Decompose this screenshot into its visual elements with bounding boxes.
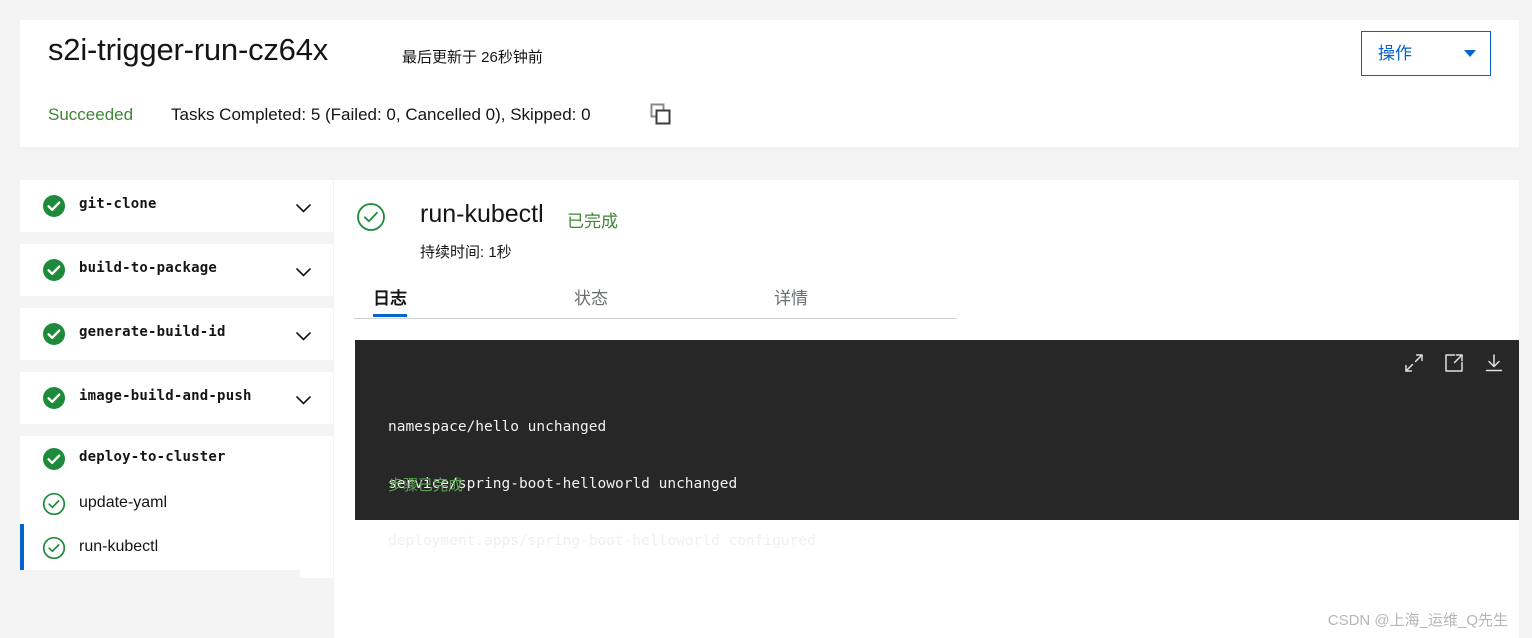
step-row-run-kubectl[interactable]: run-kubectl [20, 524, 333, 570]
header-top-row: s2i-trigger-run-cz64x 最后更新于 26秒钟前 操作 [20, 20, 1519, 92]
sidebar-bottom-filler [20, 570, 300, 638]
tab-status[interactable]: 状态 [574, 272, 608, 317]
download-icon[interactable] [1483, 352, 1505, 374]
log-completion-text: 步骤已完成 [388, 477, 464, 494]
external-link-icon[interactable] [1443, 352, 1465, 374]
success-outline-icon [42, 492, 66, 521]
actions-dropdown-label: 操作 [1378, 44, 1412, 63]
step-tabs: 日志 状态 详情 [354, 272, 957, 319]
page-header-card: s2i-trigger-run-cz64x 最后更新于 26秒钟前 操作 Suc… [20, 20, 1519, 147]
log-line: deployment.apps/spring-boot-helloworld c… [388, 533, 816, 549]
step-detail-header: run-kubectl 已完成 持续时间: 1秒 [334, 180, 1519, 261]
task-label: image-build-and-push [79, 388, 252, 404]
tab-logs[interactable]: 日志 [373, 272, 407, 317]
chevron-down-icon[interactable] [296, 392, 311, 405]
chevron-down-icon[interactable] [296, 264, 311, 277]
success-filled-icon [42, 322, 66, 351]
success-filled-icon [42, 258, 66, 287]
task-card-generate-build-id[interactable]: generate-build-id [20, 308, 333, 360]
last-updated-text: 最后更新于 26秒钟前 [402, 49, 543, 66]
success-outline-icon [356, 202, 386, 237]
task-card-image-build-and-push[interactable]: image-build-and-push [20, 372, 333, 424]
expand-icon[interactable] [1403, 352, 1425, 374]
success-outline-icon [42, 536, 66, 565]
task-sidebar: git-clone build-to-package generate-buil… [20, 180, 333, 578]
page-title: s2i-trigger-run-cz64x [48, 32, 329, 67]
task-label: deploy-to-cluster [79, 449, 226, 465]
success-filled-icon [42, 447, 66, 476]
step-label: run-kubectl [79, 538, 159, 555]
copy-icon[interactable] [650, 103, 672, 127]
step-detail-state: 已完成 [567, 212, 618, 231]
success-filled-icon [42, 194, 66, 223]
step-detail-title: run-kubectl [420, 200, 544, 228]
log-toolbar [1403, 352, 1505, 374]
task-card-git-clone[interactable]: git-clone [20, 180, 333, 232]
success-filled-icon [42, 386, 66, 415]
chevron-down-icon[interactable] [296, 328, 311, 341]
watermark: CSDN @上海_运维_Q先生 [1327, 612, 1508, 629]
status-badge: Succeeded [48, 105, 134, 124]
task-label: git-clone [79, 196, 157, 212]
chevron-down-icon [1464, 50, 1476, 57]
step-label: update-yaml [79, 494, 168, 511]
tasks-completed-summary: Tasks Completed: 5 (Failed: 0, Cancelled… [171, 105, 591, 124]
log-console: namespace/hello unchanged service/spring… [355, 340, 1519, 549]
step-row-update-yaml[interactable]: update-yaml [20, 482, 333, 526]
pipeline-status-row: Succeeded Tasks Completed: 5 (Failed: 0,… [20, 100, 1519, 144]
task-card-deploy-to-cluster[interactable]: deploy-to-cluster [20, 436, 333, 482]
chevron-down-icon[interactable] [296, 200, 311, 213]
tab-details[interactable]: 详情 [774, 272, 808, 317]
actions-dropdown-button[interactable]: 操作 [1361, 31, 1491, 76]
task-label: generate-build-id [79, 324, 226, 340]
task-card-build-to-package[interactable]: build-to-package [20, 244, 333, 296]
log-line: namespace/hello unchanged [388, 419, 607, 435]
task-label: build-to-package [79, 260, 218, 276]
task-group-deploy-to-cluster: deploy-to-cluster update-yaml run-kubect… [20, 436, 333, 578]
step-duration: 持续时间: 1秒 [420, 244, 512, 261]
